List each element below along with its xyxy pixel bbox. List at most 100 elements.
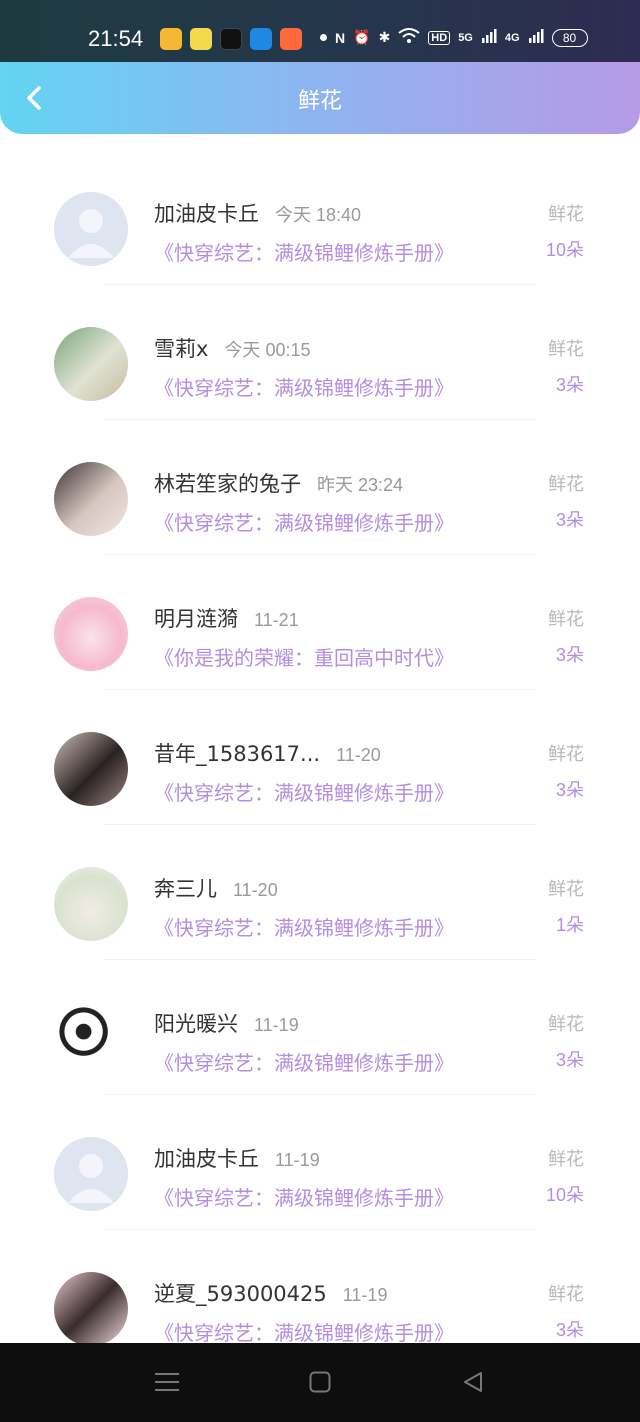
gift-type-label: 鲜花: [548, 204, 584, 225]
name-line: 林若笙家的兔子 昨天 23:24: [154, 468, 403, 498]
avatar[interactable]: [54, 867, 128, 941]
gift-time: 11-19: [275, 1150, 320, 1170]
user-name[interactable]: 逆夏_593000425: [154, 1278, 327, 1308]
book-title-link[interactable]: 《快穿综艺：满级锦鲤修炼手册》: [154, 777, 454, 806]
menu-button[interactable]: [150, 1367, 184, 1397]
avatar[interactable]: [54, 1272, 128, 1343]
signal-5g-label: 5G: [458, 31, 473, 44]
alarm-icon: ⏰: [353, 29, 371, 45]
name-line: 昔年_1583617... 11-20: [154, 738, 381, 768]
menu-icon: [155, 1373, 179, 1391]
book-title-link[interactable]: 《快穿综艺：满级锦鲤修炼手册》: [154, 1182, 454, 1211]
back-nav-button[interactable]: [456, 1367, 490, 1397]
avatar[interactable]: [54, 597, 128, 671]
alipay-icon: [250, 28, 272, 50]
gift-type-label: 鲜花: [548, 744, 584, 765]
gift-type-label: 鲜花: [548, 1149, 584, 1170]
gift-time: 11-19: [254, 1015, 299, 1035]
book-title-link[interactable]: 《快穿综艺：满级锦鲤修炼手册》: [154, 1317, 454, 1343]
avatar[interactable]: [54, 192, 128, 266]
home-button[interactable]: [303, 1367, 337, 1397]
gift-count: 3朵: [555, 375, 584, 395]
notification-dot-icon: [320, 34, 327, 41]
gift-count: 3朵: [555, 780, 584, 800]
gift-count: 10朵: [545, 1185, 584, 1205]
status-indicators: N ⏰ ✱ HD 5G 4G 80: [320, 28, 588, 47]
avatar[interactable]: [54, 1002, 128, 1076]
message-app-icon: [190, 28, 212, 50]
list-item[interactable]: 阳光暖兴 11-19 《快穿综艺：满级锦鲤修炼手册》 鲜花 3朵: [0, 960, 640, 1095]
name-line: 加油皮卡丘 今天 18:40: [154, 198, 361, 228]
avatar[interactable]: [54, 1137, 128, 1211]
battery-level: 80: [562, 30, 577, 45]
name-line: 逆夏_593000425 11-19: [154, 1278, 387, 1308]
status-time: 21:54: [88, 26, 144, 51]
name-line: 明月涟漪 11-21: [154, 603, 299, 633]
user-name[interactable]: 林若笙家的兔子: [154, 468, 301, 498]
book-title-link[interactable]: 《快穿综艺：满级锦鲤修炼手册》: [154, 372, 454, 401]
gift-type-label: 鲜花: [548, 339, 584, 360]
gift-type-label: 鲜花: [548, 474, 584, 495]
user-name[interactable]: 昔年_1583617...: [154, 738, 320, 768]
signal-4g-label: 4G: [504, 31, 520, 44]
gift-type-label: 鲜花: [548, 1014, 584, 1035]
default-user-icon: [54, 192, 128, 266]
list-item[interactable]: 逆夏_593000425 11-19 《快穿综艺：满级锦鲤修炼手册》 鲜花 3朵: [0, 1230, 640, 1343]
list-item[interactable]: 林若笙家的兔子 昨天 23:24 《快穿综艺：满级锦鲤修炼手册》 鲜花 3朵: [0, 420, 640, 555]
gift-time: 11-20: [336, 745, 381, 765]
page-title: 鲜花: [297, 89, 342, 114]
app-header: 鲜花: [0, 62, 640, 134]
user-name[interactable]: 加油皮卡丘: [154, 198, 259, 228]
gift-count: 3朵: [555, 1320, 584, 1340]
shopping-app-icon: [280, 28, 302, 50]
nfc-icon: N: [335, 29, 346, 46]
gift-count: 3朵: [555, 510, 584, 530]
battery-icon: 80: [551, 28, 588, 47]
name-line: 雪莉x 今天 00:15: [154, 333, 310, 363]
book-title-link[interactable]: 《快穿综艺：满级锦鲤修炼手册》: [154, 507, 454, 536]
tiktok-icon: [220, 28, 242, 50]
gift-type-label: 鲜花: [548, 879, 584, 900]
book-title-link[interactable]: 《你是我的荣耀：重回高中时代》: [154, 642, 454, 671]
book-title-link[interactable]: 《快穿综艺：满级锦鲤修炼手册》: [154, 237, 454, 266]
list-item[interactable]: 雪莉x 今天 00:15 《快穿综艺：满级锦鲤修炼手册》 鲜花 3朵: [0, 285, 640, 420]
notification-icons: [160, 28, 302, 50]
name-line: 奔三儿 11-20: [154, 873, 278, 903]
name-line: 加油皮卡丘 11-19: [154, 1143, 320, 1173]
gift-time: 11-19: [342, 1285, 388, 1305]
user-name[interactable]: 明月涟漪: [154, 603, 238, 633]
list-item[interactable]: 奔三儿 11-20 《快穿综艺：满级锦鲤修炼手册》 鲜花 1朵: [0, 825, 640, 960]
name-line: 阳光暖兴 11-19: [154, 1008, 299, 1038]
user-name[interactable]: 雪莉x: [154, 333, 208, 363]
list-item[interactable]: 明月涟漪 11-21 《你是我的荣耀：重回高中时代》 鲜花 3朵: [0, 555, 640, 690]
bluetooth-icon: ✱: [378, 29, 391, 45]
book-title-link[interactable]: 《快穿综艺：满级锦鲤修炼手册》: [154, 1047, 454, 1076]
avatar[interactable]: [54, 462, 128, 536]
book-title-link[interactable]: 《快穿综艺：满级锦鲤修炼手册》: [154, 912, 454, 941]
list-item[interactable]: 昔年_1583617... 11-20 《快穿综艺：满级锦鲤修炼手册》 鲜花 3…: [0, 690, 640, 825]
gift-time: 今天 18:40: [275, 205, 362, 225]
wifi-icon: [398, 28, 420, 47]
list-item[interactable]: 加油皮卡丘 今天 18:40 《快穿综艺：满级锦鲤修炼手册》 鲜花 10朵: [0, 150, 640, 285]
list-item[interactable]: 加油皮卡丘 11-19 《快穿综艺：满级锦鲤修炼手册》 鲜花 10朵: [0, 1095, 640, 1230]
gift-time: 今天 00:15: [224, 340, 311, 360]
triangle-back-icon: [464, 1372, 482, 1392]
user-name[interactable]: 奔三儿: [154, 873, 217, 903]
square-icon: [309, 1371, 331, 1393]
gift-type-label: 鲜花: [548, 1284, 584, 1305]
gift-time: 11-20: [233, 880, 278, 900]
user-name[interactable]: 加油皮卡丘: [154, 1143, 259, 1173]
avatar[interactable]: [54, 327, 128, 401]
avatar[interactable]: [54, 732, 128, 806]
signal-bars-icon-2: [528, 28, 544, 47]
system-nav-bar: [0, 1343, 640, 1422]
gift-count: 1朵: [555, 915, 584, 935]
gift-count: 10朵: [545, 240, 584, 260]
gift-time: 昨天 23:24: [317, 475, 404, 495]
weibo-icon: [160, 28, 182, 50]
gift-count: 3朵: [555, 1050, 584, 1070]
gift-count: 3朵: [555, 645, 584, 665]
user-name[interactable]: 阳光暖兴: [154, 1008, 238, 1038]
gift-list: 加油皮卡丘 今天 18:40 《快穿综艺：满级锦鲤修炼手册》 鲜花 10朵 雪莉…: [0, 150, 640, 1343]
signal-bars-icon: [481, 28, 497, 47]
